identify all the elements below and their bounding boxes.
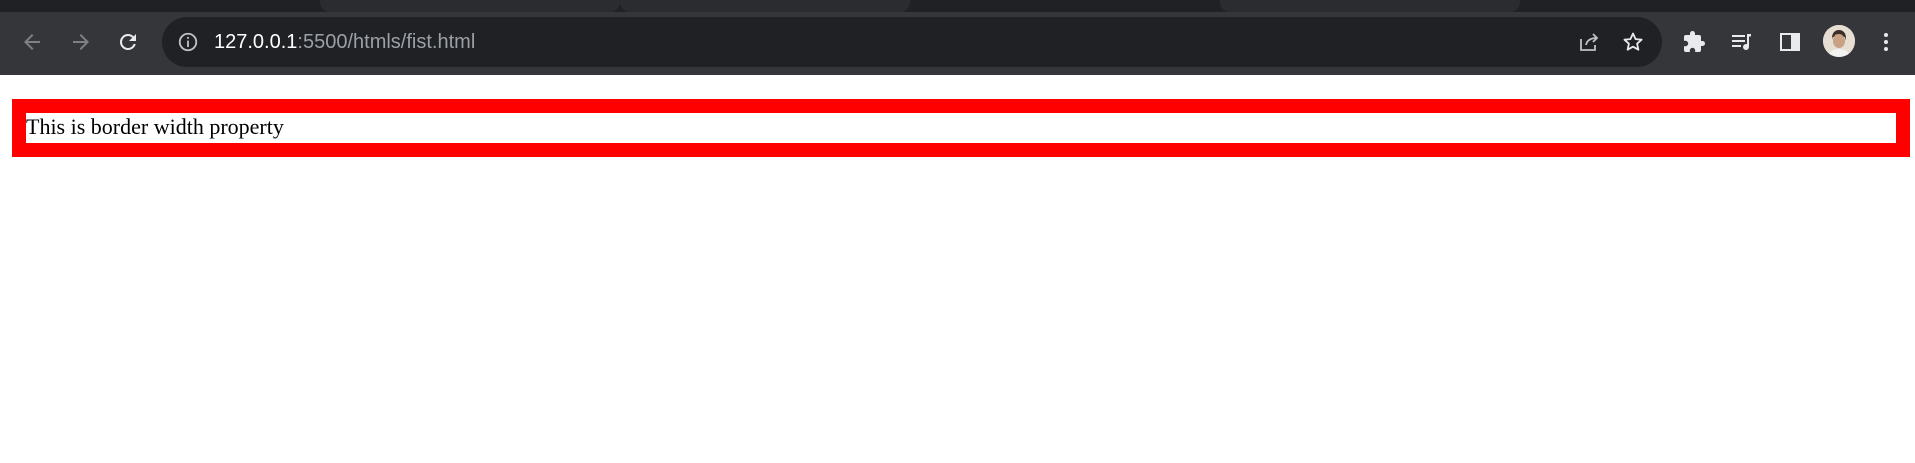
arrow-left-icon (20, 30, 44, 54)
media-button[interactable] (1724, 24, 1760, 60)
reload-icon (116, 30, 140, 54)
url-path: :5500/htmls/fist.html (297, 31, 476, 53)
tab-strip (0, 0, 1915, 12)
browser-toolbar: 127.0.0.1:5500/htmls/fist.html (0, 12, 1915, 75)
reload-button[interactable] (110, 24, 146, 60)
forward-button[interactable] (63, 24, 99, 60)
side-panel-button[interactable] (1772, 24, 1808, 60)
tab[interactable] (1220, 0, 1520, 12)
avatar[interactable] (1823, 25, 1855, 57)
page-viewport: This is border width property (0, 75, 1915, 463)
url-host: 127.0.0.1 (214, 31, 298, 53)
star-icon[interactable] (1619, 29, 1647, 55)
share-icon[interactable] (1575, 29, 1603, 55)
menu-button[interactable] (1868, 24, 1904, 60)
bordered-box: This is border width property (12, 99, 1910, 157)
tab[interactable] (320, 0, 620, 12)
extensions-button[interactable] (1676, 24, 1712, 60)
back-button[interactable] (14, 24, 50, 60)
info-icon[interactable] (176, 30, 200, 54)
url-text[interactable]: 127.0.0.1:5500/htmls/fist.html (214, 29, 475, 55)
address-bar[interactable]: 127.0.0.1:5500/htmls/fist.html (162, 17, 1662, 67)
kebab-menu-icon (1874, 30, 1898, 54)
tab[interactable] (620, 0, 910, 12)
arrow-right-icon (69, 30, 93, 54)
browser-window: 127.0.0.1:5500/htmls/fist.html (0, 0, 1915, 75)
puzzle-icon (1682, 30, 1706, 54)
side-panel-icon (1778, 30, 1802, 54)
media-queue-icon (1730, 30, 1754, 54)
box-text: This is border width property (26, 114, 284, 139)
